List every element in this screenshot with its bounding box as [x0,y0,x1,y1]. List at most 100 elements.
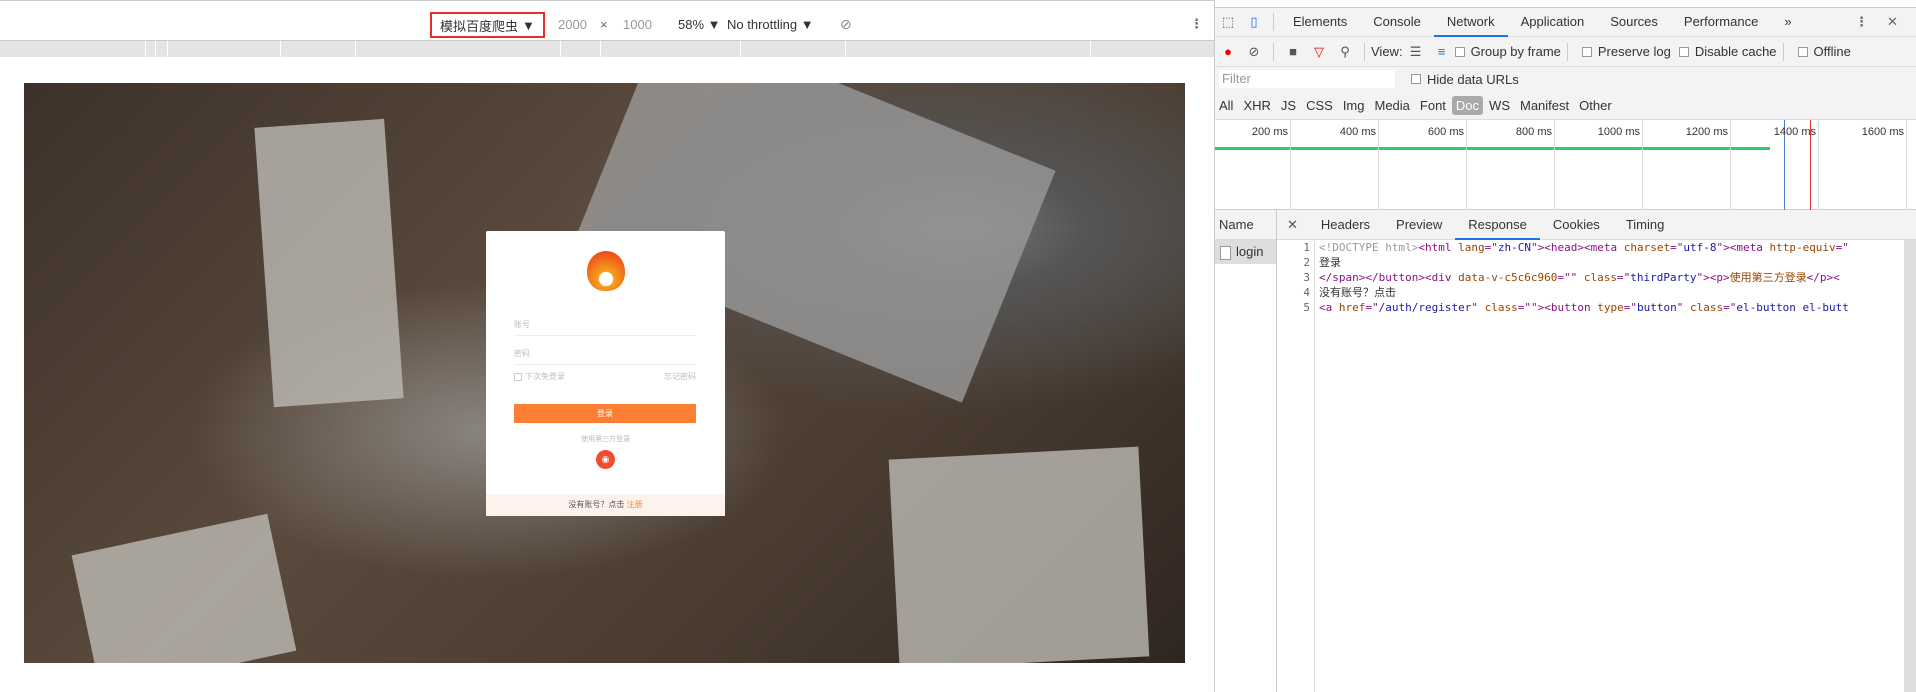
code-token: =" [1484,241,1498,254]
tab-timing[interactable]: Timing [1613,210,1678,240]
flame-logo [587,251,625,291]
timeline-bar [1215,147,1770,150]
type-filter-doc[interactable]: Doc [1451,95,1484,115]
type-filter-manifest[interactable]: Manifest [1516,96,1573,115]
document-icon [1220,245,1231,260]
type-filter-ws[interactable]: WS [1485,96,1514,115]
register-link[interactable]: 注册 [627,500,643,509]
line-number: 5 [1303,301,1310,314]
filter-icon[interactable]: ▽ [1306,44,1332,60]
type-filter-all[interactable]: All [1215,96,1237,115]
timeline-tick: 200 ms [1252,120,1291,210]
screenshot-icon[interactable]: ■ [1280,44,1306,59]
device-toggle-icon[interactable]: ▯ [1241,14,1267,30]
type-filter-xhr[interactable]: XHR [1239,96,1274,115]
type-filter-font[interactable]: Font [1416,96,1450,115]
code-token: /auth/register [1378,301,1472,314]
device-select[interactable]: 模拟百度爬虫 ▼ [430,12,545,38]
network-toolbar: ● ⊘ ■ ▽ ⚲ View: ☰ ≡ Group by frame Prese… [1215,37,1916,67]
timeline-tick: 1200 ms [1686,120,1731,210]
search-icon[interactable]: ⚲ [1332,44,1358,60]
background-paper [254,118,404,408]
tab-elements[interactable]: Elements [1280,7,1360,37]
group-by-frame-label: Group by frame [1470,44,1561,59]
offline-label: Offline [1813,44,1851,59]
devtools-menu-icon[interactable]: ⋮ [1855,14,1868,30]
more-options-icon[interactable]: ⋮ [1190,16,1203,32]
code-token: type [1597,301,1624,314]
code-token: <meta [1729,241,1770,254]
view-label: View: [1371,44,1403,59]
no-account-text: 没有账号？点击 [568,500,625,509]
code-token: =" [1670,241,1684,254]
filter-input[interactable]: Filter [1219,70,1395,88]
code-token: href [1338,301,1366,314]
forgot-password-link[interactable]: 忘记密码 [664,371,696,382]
third-party-label: 使用第三方登录 [581,436,630,443]
divider [1782,42,1784,61]
tab-cookies[interactable]: Cookies [1540,210,1613,240]
code-token: button [1636,301,1677,314]
tab-application[interactable]: Application [1508,7,1598,37]
timeline-tick-label: 200 ms [1251,126,1288,138]
weibo-icon[interactable]: ◉ [596,450,615,469]
tab-performance[interactable]: Performance [1671,7,1771,37]
more-tabs-button[interactable]: » [1771,7,1804,37]
height-input[interactable]: 1000 [623,17,652,32]
close-detail-icon[interactable]: ✕ [1277,217,1308,233]
login-button[interactable]: 登录 [514,404,696,423]
type-filter-css[interactable]: CSS [1302,96,1337,115]
request-name: login [1236,244,1264,259]
remember-checkbox[interactable]: 下次免登录 [514,371,565,382]
media-query-ruler[interactable] [0,40,1214,58]
close-icon[interactable]: ✕ [1887,14,1898,30]
tab-headers[interactable]: Headers [1308,210,1383,240]
code-token: utf-8 [1683,241,1717,254]
tab-sources[interactable]: Sources [1597,7,1671,37]
code-token: <a [1319,301,1339,314]
offline-checkbox[interactable] [1797,46,1808,57]
width-input[interactable]: 2000 [558,17,587,32]
type-filter-js[interactable]: JS [1277,96,1300,115]
zoom-select[interactable]: 58% ▼ [678,17,721,32]
type-filter-media[interactable]: Media [1370,96,1413,115]
request-row-login[interactable]: login [1215,240,1276,264]
type-filter-img[interactable]: Img [1339,96,1369,115]
record-icon[interactable]: ● [1215,44,1241,59]
group-by-frame-checkbox[interactable] [1454,46,1465,57]
tab-console[interactable]: Console [1360,7,1434,37]
dropdown-arrow-icon: ▼ [522,17,535,33]
tab-preview[interactable]: Preview [1383,210,1455,240]
code-token: =" [1723,301,1737,314]
rotate-icon[interactable]: ⊘ [840,16,852,33]
filter-bar: Filter Hide data URLs [1215,67,1916,91]
type-filter-other[interactable]: Other [1575,96,1616,115]
code-token: =""> [1517,301,1545,314]
code-line: 登录 [1319,256,1341,269]
tab-response[interactable]: Response [1455,210,1540,240]
code-token: =" [1617,271,1631,284]
account-input[interactable]: 账号 [514,319,696,336]
timeline-tick: 600 ms [1428,120,1467,210]
list-view-icon[interactable]: ☰ [1403,44,1429,60]
timeline-tick-label: 1600 ms [1861,126,1904,138]
clear-icon[interactable]: ⊘ [1241,44,1267,60]
scrollbar[interactable] [1904,240,1916,692]
preserve-log-checkbox[interactable] [1581,46,1592,57]
throttling-select[interactable]: No throttling ▼ [727,17,814,32]
disable-cache-checkbox[interactable] [1678,46,1689,57]
detail-tabbar: Name ✕ Headers Preview Response Cookies … [1215,209,1916,240]
network-timeline[interactable]: 200 ms 400 ms 600 ms 800 ms 1000 ms 1200 ms 14… [1215,120,1916,210]
hide-data-urls-checkbox[interactable] [1411,74,1421,84]
password-input[interactable]: 密码 [514,348,696,365]
waterfall-view-icon[interactable]: ≡ [1429,44,1455,59]
code-token: 使用第三方登录 [1729,271,1807,284]
devtools-tabbar: ⬚ ▯ Elements Console Network Application… [1215,7,1916,37]
inspect-icon[interactable]: ⬚ [1215,14,1241,30]
divider [1273,13,1274,31]
line-number: 1 [1303,241,1310,254]
code-line: </span></button><div data-v-c5c6c960="" … [1319,270,1902,285]
name-header[interactable]: Name [1215,209,1277,240]
response-viewer[interactable]: 12345 <!DOCTYPE html><html lang="zh-CN">… [1278,240,1916,692]
tab-network[interactable]: Network [1433,7,1508,37]
